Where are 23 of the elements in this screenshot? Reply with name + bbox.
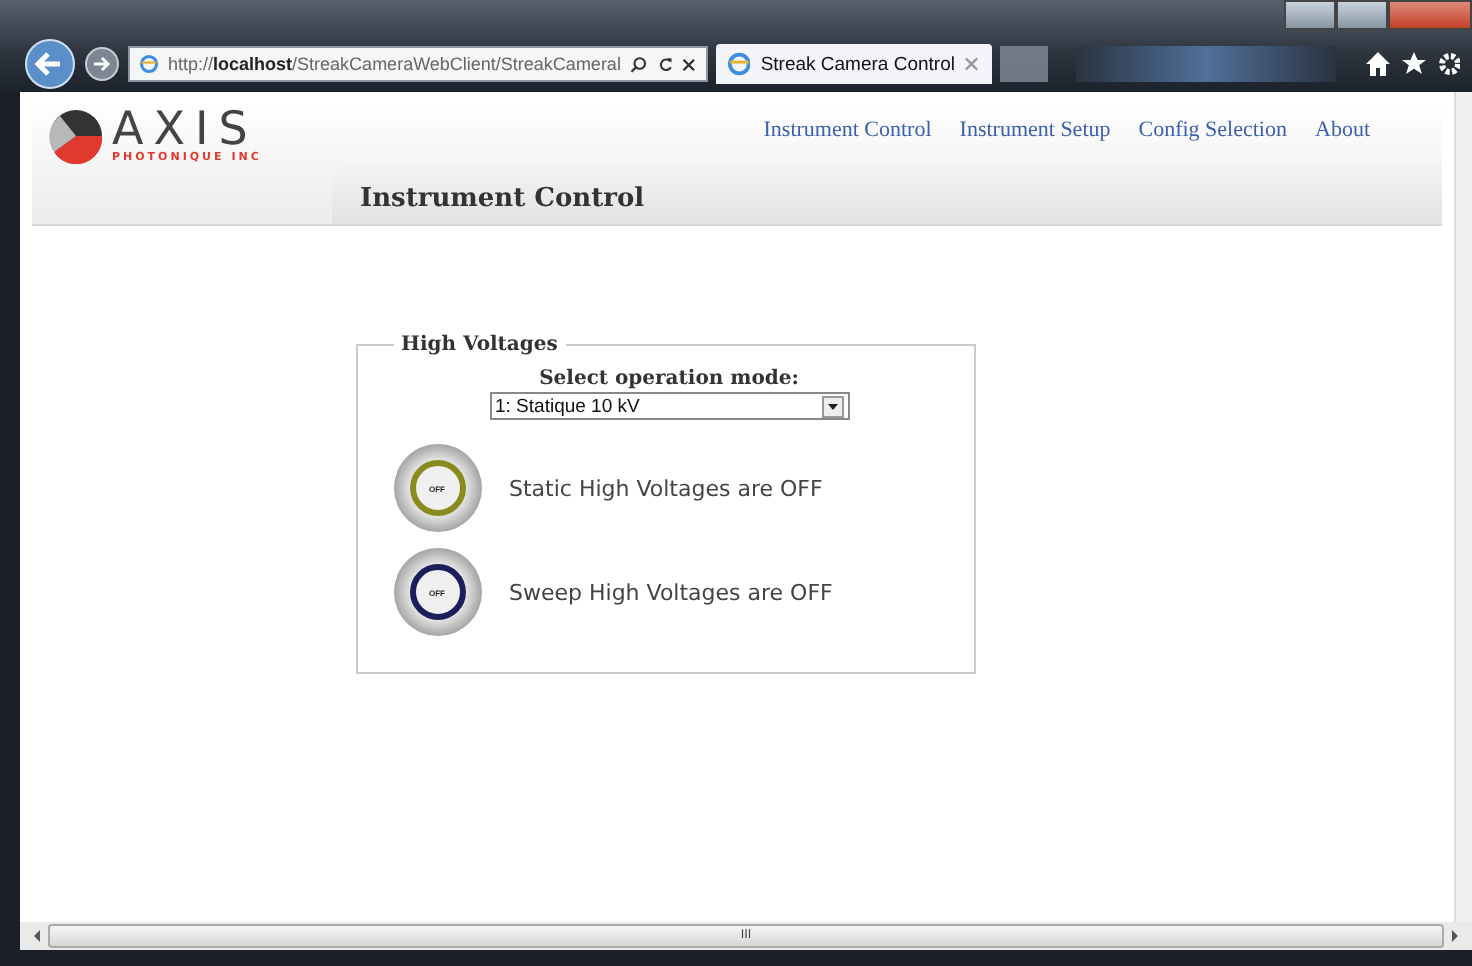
nav-link[interactable]: About [1315,118,1370,142]
browser-tab[interactable]: Streak Camera Control [716,44,992,84]
home-icon[interactable] [1364,50,1392,78]
status-text: Sweep High Voltages are OFF [509,579,833,605]
logo-icon [48,108,104,164]
panel-legend: High Voltages [393,334,566,356]
address-bar[interactable]: http://localhost/StreakCameraWebClient/StreakCameral [128,46,708,82]
status-text: Static High Voltages are OFF [509,475,823,501]
settings-icon[interactable] [1436,50,1460,78]
mode-label: Select operation mode: [537,368,801,390]
nav-link[interactable]: Instrument Control [763,118,932,142]
url-text: http://localhost/StreakCameraWebClient/StreakCameral [168,54,621,74]
vertical-scrollbar[interactable] [1454,92,1472,922]
nav-link[interactable]: Config Selection [1138,118,1287,142]
page-title: Instrument Control [360,184,645,214]
search-icon[interactable] [630,53,648,75]
mode-dropdown[interactable]: 1: Statique 10 kV [489,392,849,420]
forward-icon[interactable] [84,46,120,82]
nav-link[interactable]: Instrument Setup [959,118,1111,142]
star-icon[interactable] [1400,50,1428,78]
back-icon[interactable] [24,38,76,90]
refresh-icon[interactable] [657,53,673,75]
logo-name: AXIS [112,107,260,154]
